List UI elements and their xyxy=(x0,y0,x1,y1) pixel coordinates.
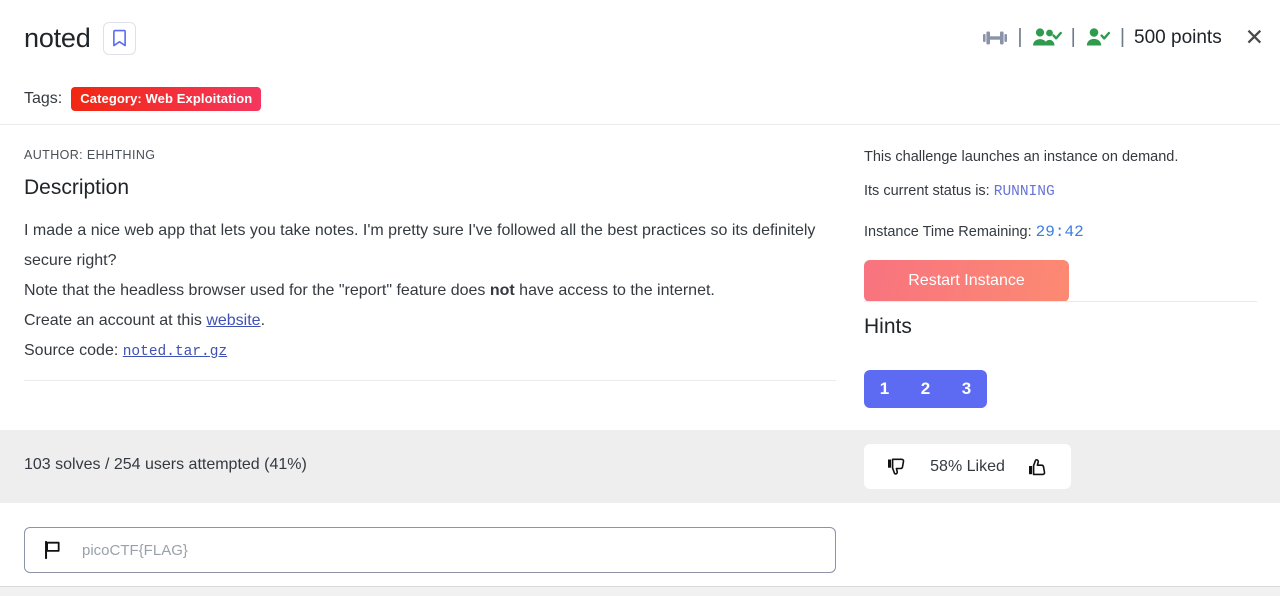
meta-separator-1: | xyxy=(1017,26,1023,48)
bookmark-icon xyxy=(112,29,127,48)
instance-time-value: 29:42 xyxy=(1035,222,1084,241)
users-check-icon xyxy=(1032,27,1062,49)
description-divider xyxy=(24,380,836,381)
description-paragraph-4: Source code: noted.tar.gz xyxy=(24,336,836,367)
description-paragraph-3: Create an account at this website. xyxy=(24,306,836,336)
flag-icon xyxy=(43,540,62,560)
instance-status-row: Its current status is: RUNNING xyxy=(864,183,1257,201)
instance-time-row: Instance Time Remaining: 29:42 xyxy=(864,223,1257,242)
challenge-header: noted | | | 500 points ✕ Tags: Category:… xyxy=(0,0,1280,124)
desc-p3-suffix: . xyxy=(260,312,266,329)
solves-stat: 103 solves / 254 users attempted (41%) xyxy=(24,456,307,473)
description-column: AUTHOR: EHHTHING Description I made a ni… xyxy=(24,125,836,367)
meta-separator-3: | xyxy=(1119,26,1126,48)
desc-p2-suffix: have access to the internet. xyxy=(514,282,715,299)
dumbbell-icon xyxy=(982,27,1008,49)
user-check-icon xyxy=(1085,27,1111,49)
tags-row: Tags: Category: Web Exploitation xyxy=(24,87,262,111)
hint-button-2[interactable]: 2 xyxy=(905,370,946,408)
title-row: noted xyxy=(24,22,136,55)
instance-intro: This challenge launches an instance on d… xyxy=(864,149,1179,165)
challenge-modal: noted | | | 500 points ✕ Tags: Category:… xyxy=(0,0,1280,596)
instance-status-label: Its current status is: xyxy=(864,183,994,200)
description-heading: Description xyxy=(24,176,130,199)
hint-button-1[interactable]: 1 xyxy=(864,370,905,408)
restart-instance-button[interactable]: Restart Instance xyxy=(864,259,1069,302)
bookmark-button[interactable] xyxy=(102,22,136,55)
thumbs-up-icon[interactable] xyxy=(1027,457,1049,477)
sidebar-divider xyxy=(864,301,1257,302)
stats-band: 103 solves / 254 users attempted (41%) 5… xyxy=(0,430,1280,503)
tag-badge-category[interactable]: Category: Web Exploitation xyxy=(71,87,262,111)
challenge-body: AUTHOR: EHHTHING Description I made a ni… xyxy=(0,125,1280,428)
flag-input-container[interactable] xyxy=(24,527,836,573)
page-title: noted xyxy=(24,23,91,53)
tags-label: Tags: xyxy=(24,90,63,107)
desc-p2-bold: not xyxy=(489,282,515,299)
description-text: I made a nice web app that lets you take… xyxy=(24,216,836,367)
flag-input[interactable] xyxy=(80,528,817,572)
meta-separator-2: | xyxy=(1070,26,1076,48)
desc-p3-prefix: Create an account at this xyxy=(24,312,207,329)
submit-row: Submit Flag xyxy=(0,503,1280,588)
description-paragraph-1: I made a nice web app that lets you take… xyxy=(24,222,816,269)
close-icon[interactable]: ✕ xyxy=(1245,26,1264,49)
hints-button-group: 1 2 3 xyxy=(864,370,987,408)
horizontal-scrollbar-track[interactable] xyxy=(0,587,1280,596)
source-code-link[interactable]: noted.tar.gz xyxy=(123,344,227,360)
instance-column: This challenge launches an instance on d… xyxy=(864,125,1257,302)
hints-heading: Hints xyxy=(864,315,912,338)
challenge-meta: | | | 500 points ✕ xyxy=(982,26,1264,49)
desc-p4-prefix: Source code: xyxy=(24,342,123,359)
desc-p2-prefix: Note that the headless browser used for … xyxy=(24,282,490,299)
thumbs-down-icon[interactable] xyxy=(886,457,908,477)
liked-percent: 58% Liked xyxy=(930,457,1005,475)
hint-button-3[interactable]: 3 xyxy=(946,370,987,408)
rating-widget: 58% Liked xyxy=(864,444,1071,489)
instance-status-value: RUNNING xyxy=(993,184,1055,201)
author-label: AUTHOR: EHHTHING xyxy=(24,148,156,162)
description-paragraph-2: Note that the headless browser used for … xyxy=(24,276,836,306)
instance-time-label: Instance Time Remaining: xyxy=(864,223,1036,240)
website-link[interactable]: website xyxy=(206,312,260,329)
points-label: 500 points xyxy=(1134,26,1222,48)
